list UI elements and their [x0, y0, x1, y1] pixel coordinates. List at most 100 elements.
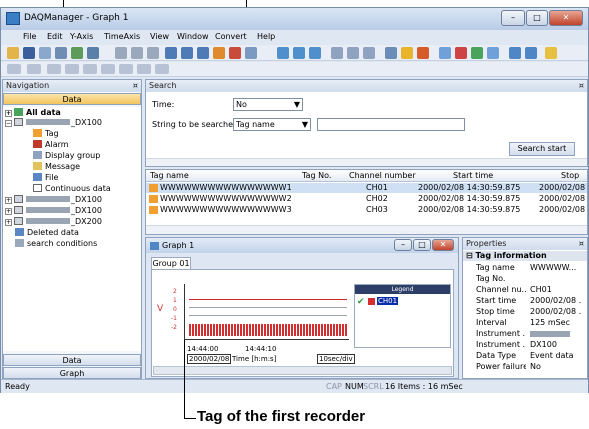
- help-icon[interactable]: [545, 47, 557, 59]
- scale-icon-5[interactable]: [83, 64, 97, 74]
- tree-item-file[interactable]: File: [33, 173, 58, 182]
- menu-timeaxis[interactable]: TimeAxis: [104, 32, 140, 41]
- bar-chart-icon[interactable]: [165, 47, 177, 59]
- scale-icon-6[interactable]: [101, 64, 115, 74]
- property-row[interactable]: Stop time 2000/02/08 ...: [463, 306, 587, 317]
- menu-file[interactable]: File: [23, 32, 36, 41]
- property-row[interactable]: Interval 125 mSec: [463, 317, 587, 328]
- fit-icon[interactable]: [309, 47, 321, 59]
- tree-recorder-3[interactable]: + _DX100: [5, 206, 102, 215]
- collapse-icon[interactable]: −: [5, 120, 12, 127]
- undo-icon[interactable]: [131, 47, 143, 59]
- table-icon[interactable]: [331, 47, 343, 59]
- tree-item-continuous-data[interactable]: Continuous data: [33, 184, 111, 193]
- graph-maximize-button[interactable]: □: [413, 239, 431, 251]
- collapse-icon[interactable]: ⊟: [466, 251, 476, 260]
- table-row[interactable]: WWWWWWWWWWWWWWWW3 CH03 2000/02/08 14:30:…: [146, 205, 587, 215]
- property-row[interactable]: Tag No.: [463, 273, 587, 284]
- copy-icon[interactable]: [39, 47, 51, 59]
- scale-icon-7[interactable]: [119, 64, 133, 74]
- menu-help[interactable]: Help: [257, 32, 275, 41]
- chart-red-icon[interactable]: [229, 47, 241, 59]
- table-row[interactable]: WWWWWWWWWWWWWWWW1 CH01 2000/02/08 14:30:…: [146, 183, 587, 193]
- chart-orange-icon[interactable]: [213, 47, 225, 59]
- bottom-data-button[interactable]: Data: [3, 354, 141, 366]
- navigation-pin-icon[interactable]: ¤: [133, 80, 138, 92]
- tile-icon[interactable]: [487, 47, 499, 59]
- bottom-graph-button[interactable]: Graph: [3, 367, 141, 379]
- list-icon[interactable]: [417, 47, 429, 59]
- highlight-icon[interactable]: [401, 47, 413, 59]
- tree-item-alarm[interactable]: Alarm: [33, 140, 69, 149]
- zoom-out-icon[interactable]: [293, 47, 305, 59]
- chart-color-icon[interactable]: [455, 47, 467, 59]
- table-3-icon[interactable]: [363, 47, 375, 59]
- bar-chart-3-icon[interactable]: [197, 47, 209, 59]
- expand-icon[interactable]: +: [5, 197, 12, 204]
- properties-section[interactable]: ⊟ Tag information: [463, 251, 587, 261]
- graph-scrollbar[interactable]: [153, 366, 452, 375]
- scale-icon-4[interactable]: [65, 64, 79, 74]
- cut-icon[interactable]: [115, 47, 127, 59]
- open-icon[interactable]: [7, 47, 19, 59]
- menu-view[interactable]: View: [150, 32, 169, 41]
- property-row[interactable]: Start time 2000/02/08 ...: [463, 295, 587, 306]
- graph-tab-group-01[interactable]: Group 01: [151, 257, 191, 269]
- tree-deleted-data[interactable]: Deleted data: [15, 228, 79, 237]
- time-select[interactable]: No ▼: [233, 98, 303, 111]
- menu-window[interactable]: Window: [177, 32, 209, 41]
- print-icon[interactable]: [55, 47, 67, 59]
- scale-icon-8[interactable]: [137, 64, 151, 74]
- tree-search-conditions[interactable]: search conditions: [15, 239, 97, 248]
- column-header-start-time[interactable]: Start time: [453, 171, 493, 180]
- grid-icon[interactable]: [471, 47, 483, 59]
- close-button[interactable]: ✕: [549, 10, 583, 26]
- tree-all-data[interactable]: + All data: [5, 108, 61, 117]
- export-icon[interactable]: [87, 47, 99, 59]
- search-scrollbar[interactable]: [146, 158, 587, 166]
- zoom-icon[interactable]: [71, 47, 83, 59]
- menu-edit[interactable]: Edit: [47, 32, 63, 41]
- expand-icon[interactable]: +: [5, 219, 12, 226]
- tree-recorder-1[interactable]: − _DX100: [5, 118, 102, 127]
- search-start-button[interactable]: Search start: [509, 142, 575, 156]
- scale-icon-1[interactable]: [7, 64, 21, 74]
- plot-area[interactable]: [184, 284, 349, 340]
- data-tab-button[interactable]: Data: [3, 93, 141, 105]
- expand-icon[interactable]: +: [5, 208, 12, 215]
- column-header-stop[interactable]: Stop: [561, 171, 579, 180]
- scale-icon-3[interactable]: [47, 64, 61, 74]
- property-row[interactable]: Power failure No: [463, 361, 587, 372]
- legend-item-label[interactable]: CH01: [377, 297, 399, 305]
- column-header-channel[interactable]: Channel number: [349, 171, 416, 180]
- maximize-button[interactable]: □: [526, 10, 548, 26]
- tree-recorder-4[interactable]: + _DX200: [5, 217, 102, 226]
- tree-item-tag[interactable]: Tag: [33, 129, 59, 138]
- table-2-icon[interactable]: [347, 47, 359, 59]
- cursor-icon[interactable]: [245, 47, 257, 59]
- property-row[interactable]: Tag name WWWWW...: [463, 262, 587, 273]
- string-type-select[interactable]: Tag name ▼: [233, 118, 311, 131]
- column-header-tag-name[interactable]: Tag name: [150, 171, 189, 180]
- network-icon[interactable]: [509, 47, 521, 59]
- search-pin-icon[interactable]: ¤: [579, 80, 584, 92]
- bar-chart-2-icon[interactable]: [181, 47, 193, 59]
- table-scrollbar[interactable]: [146, 225, 587, 234]
- print-preview-icon[interactable]: [525, 47, 537, 59]
- search-icon[interactable]: [385, 47, 397, 59]
- tree-item-display-group[interactable]: Display group: [33, 151, 100, 160]
- property-row[interactable]: Data Type Event data: [463, 350, 587, 361]
- save-icon[interactable]: [23, 47, 35, 59]
- graph-minimize-button[interactable]: –: [394, 239, 412, 251]
- redo-icon[interactable]: [147, 47, 159, 59]
- property-row[interactable]: Instrument ... DX100: [463, 339, 587, 350]
- menu-y-axis[interactable]: Y-Axis: [70, 32, 93, 41]
- properties-pin-icon[interactable]: ¤: [579, 238, 584, 250]
- column-header-tag-no[interactable]: Tag No.: [302, 171, 331, 180]
- tree-item-message[interactable]: Message: [33, 162, 80, 171]
- graph-close-button[interactable]: ✕: [432, 239, 454, 251]
- scale-icon-9[interactable]: [155, 64, 169, 74]
- window-icon[interactable]: [439, 47, 451, 59]
- expand-icon[interactable]: +: [5, 110, 12, 117]
- minimize-button[interactable]: –: [501, 10, 525, 26]
